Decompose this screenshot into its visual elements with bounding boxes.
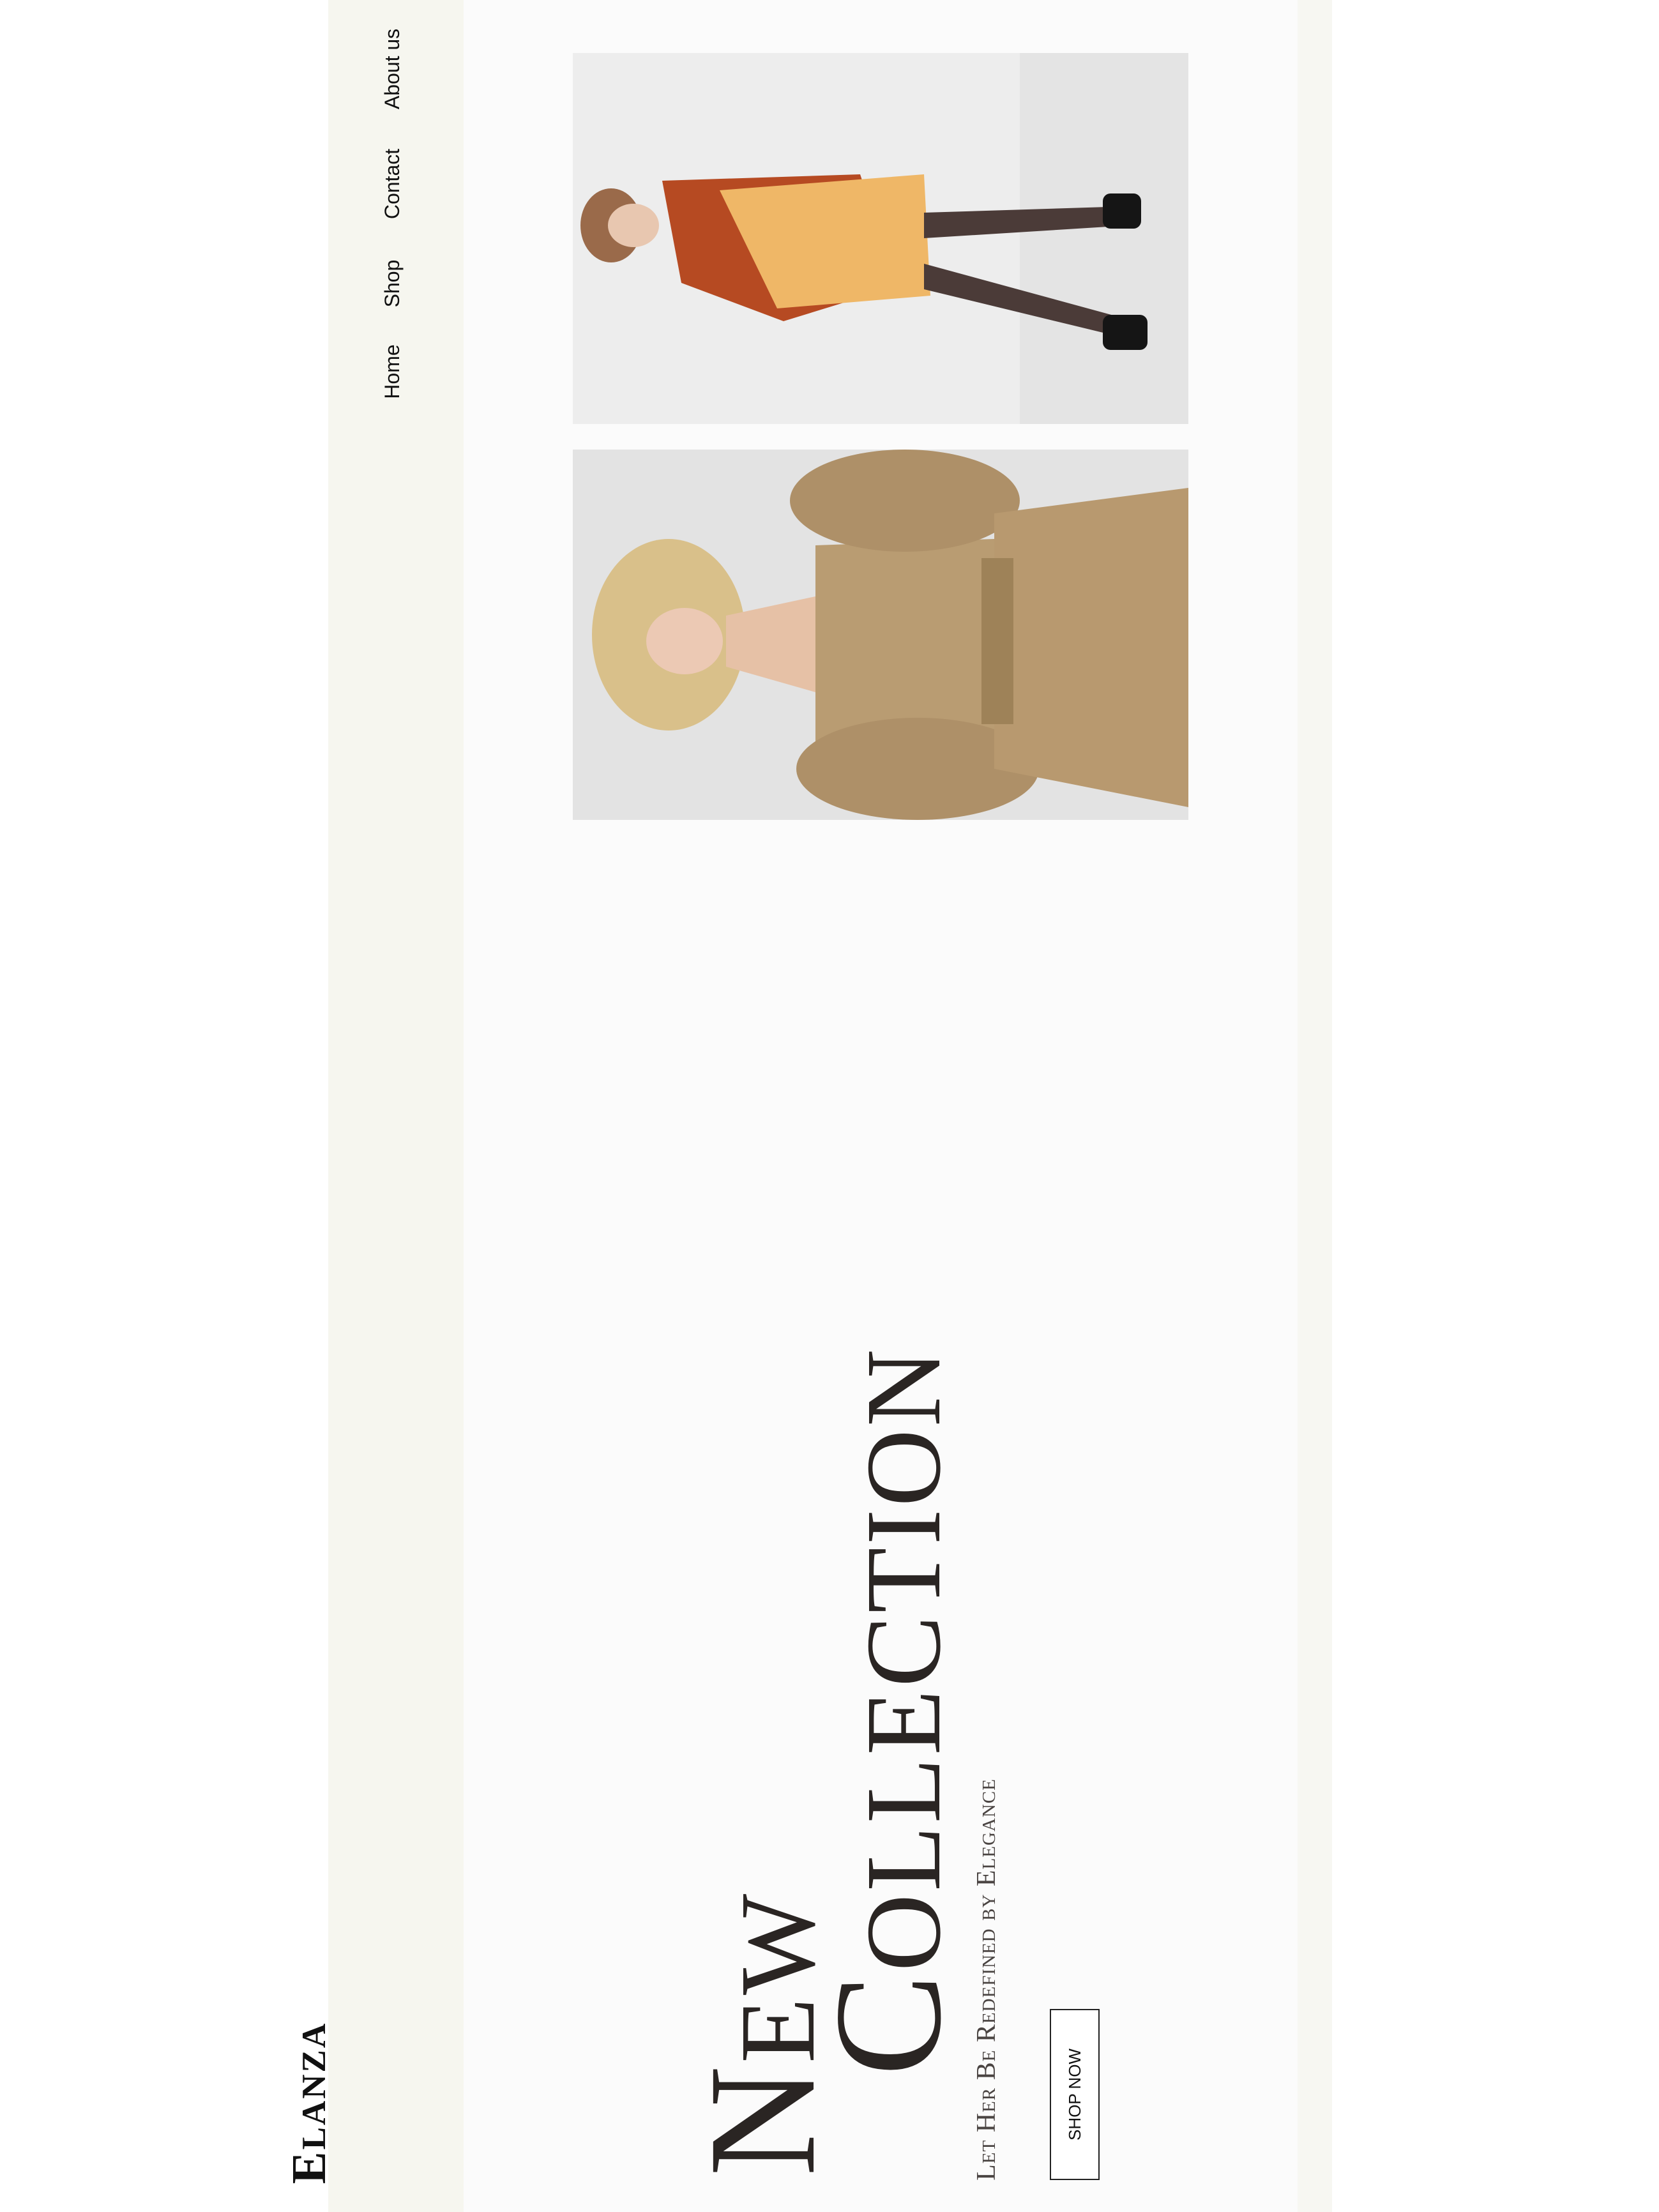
product-photo-illustration: [573, 450, 1188, 820]
product-photo-illustration: [573, 53, 1188, 424]
hero-title-collection: Collection: [803, 1346, 973, 2077]
nav-item-about-us[interactable]: About us: [376, 5, 408, 133]
product-image-beige-outfit[interactable]: [573, 450, 1188, 820]
shop-now-button[interactable]: SHOP NOW: [1050, 2009, 1100, 2180]
product-image-rust-outfit[interactable]: [573, 53, 1188, 424]
nav-item-contact[interactable]: Contact: [376, 120, 408, 248]
brand-logo[interactable]: Elanza: [282, 2007, 336, 2199]
hero-subtitle: Let Her Be Redefined by Elegance: [972, 1778, 1001, 2181]
